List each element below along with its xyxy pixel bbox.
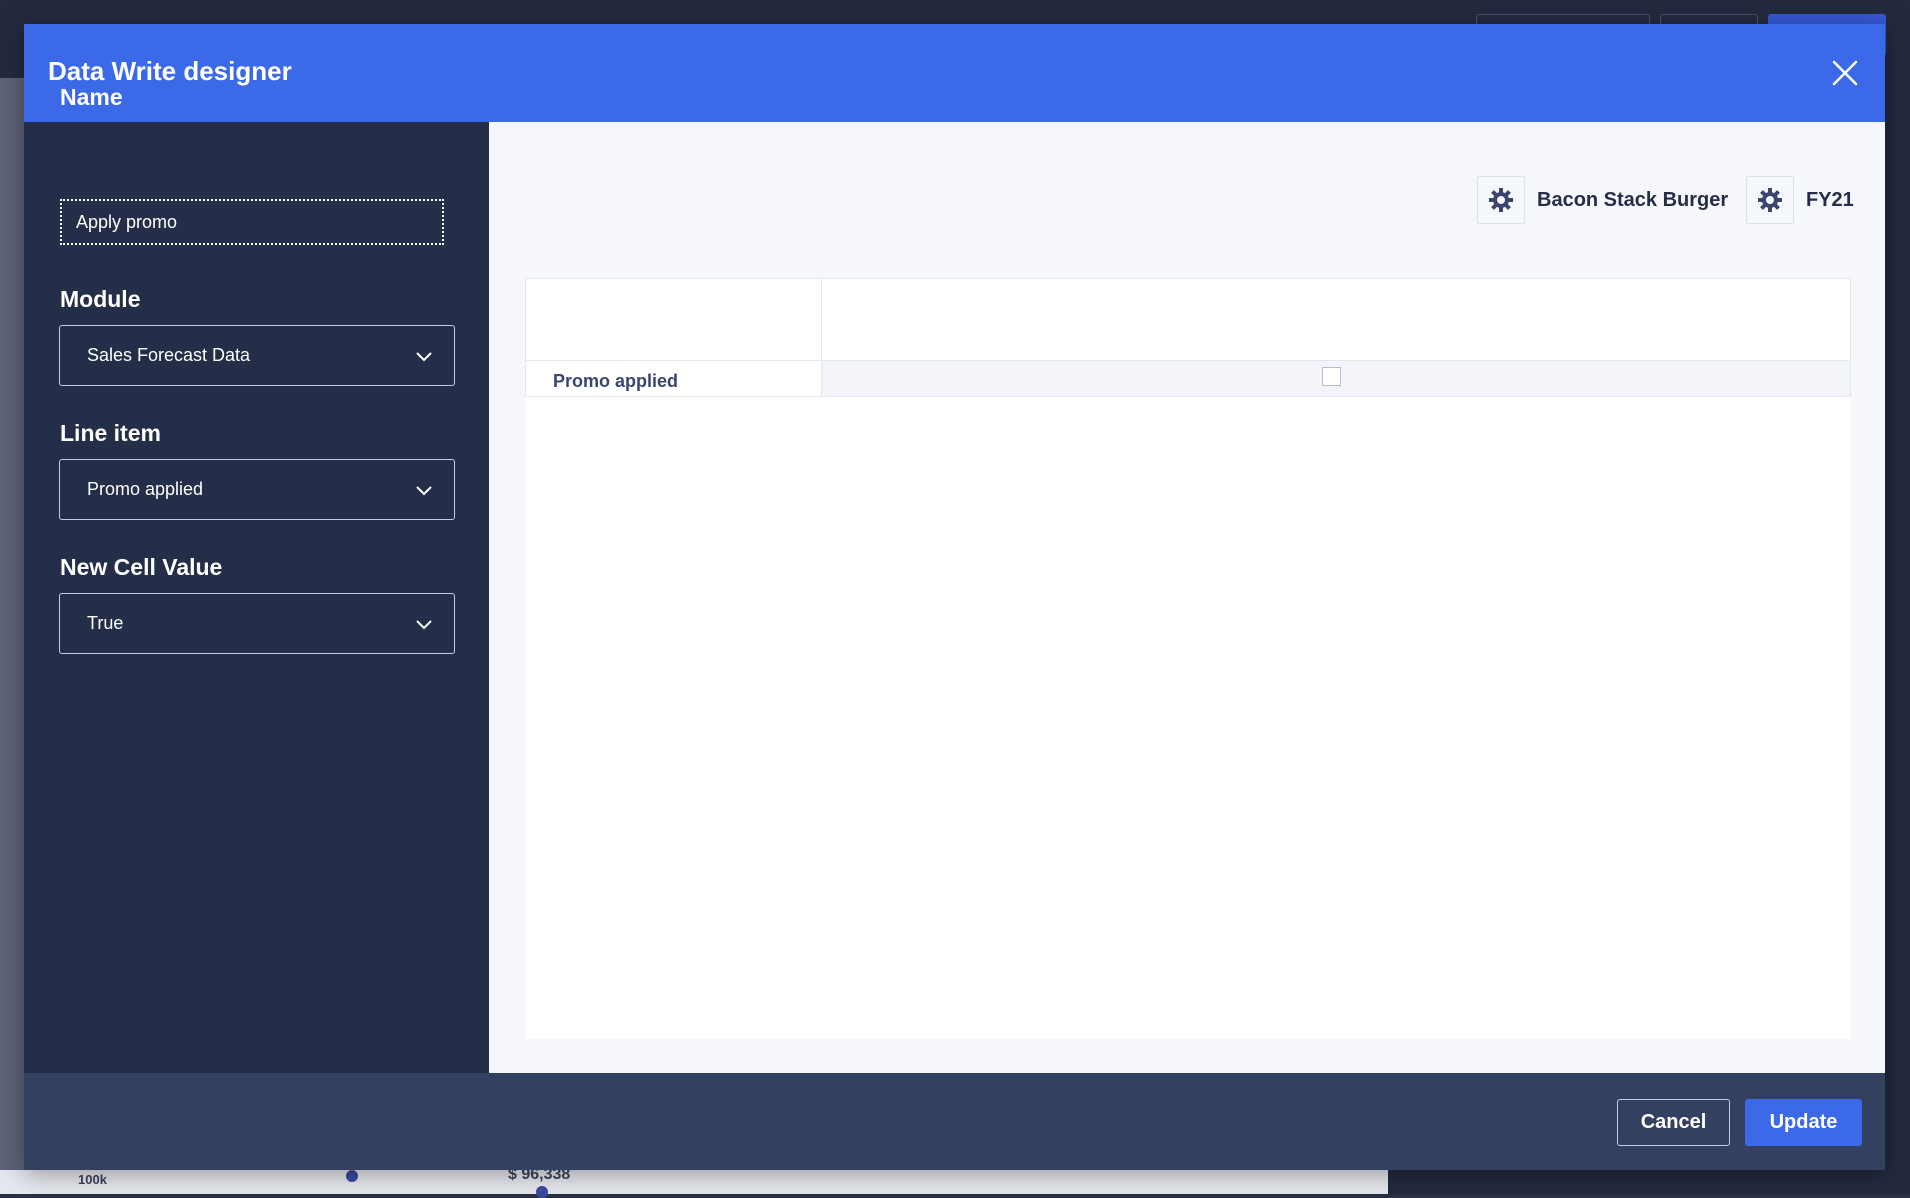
dialog-footer: Cancel Update xyxy=(24,1073,1885,1170)
background-right-edge xyxy=(1884,78,1910,1194)
background-chart-point xyxy=(536,1186,548,1198)
chevron-down-icon xyxy=(416,352,432,362)
chevron-down-icon xyxy=(416,620,432,630)
cancel-button[interactable]: Cancel xyxy=(1617,1099,1730,1146)
grid-cell[interactable] xyxy=(822,361,1851,397)
close-icon xyxy=(1832,60,1858,86)
gear-button[interactable] xyxy=(1477,176,1525,224)
update-button[interactable]: Update xyxy=(1745,1099,1862,1146)
gear-button[interactable] xyxy=(1746,176,1794,224)
grid-corner-header xyxy=(525,278,822,361)
background-axis-tick: 100k xyxy=(78,1172,107,1187)
name-label: Name xyxy=(60,84,123,110)
dialog-title: Data Write designer xyxy=(48,56,292,86)
background-dark-panel xyxy=(1388,1170,1910,1194)
dialog-header: Data Write designer xyxy=(24,24,1885,122)
new-cell-value-select-value: True xyxy=(87,613,124,633)
module-select-value: Sales Forecast Data xyxy=(87,345,251,365)
line-item-select[interactable]: Promo applied xyxy=(59,459,455,520)
background-left-edge xyxy=(0,78,24,1194)
module-select[interactable]: Sales Forecast Data xyxy=(59,325,455,386)
chevron-down-icon xyxy=(416,486,432,496)
background-chart-point xyxy=(346,1170,358,1182)
dimension-label: Bacon Stack Burger xyxy=(1537,188,1729,211)
preview-panel: Bacon Stack Burger FY21 Promo applied xyxy=(489,122,1885,1073)
promo-applied-checkbox[interactable] xyxy=(1322,367,1341,386)
module-label: Module xyxy=(60,286,141,312)
gear-icon xyxy=(1489,188,1513,212)
dimension-label: FY21 xyxy=(1806,188,1854,211)
grid-row-label: Promo applied xyxy=(525,361,822,397)
line-item-label: Line item xyxy=(60,420,161,446)
grid-column-header xyxy=(822,278,1851,361)
dimension-selector-time[interactable]: FY21 xyxy=(1746,176,1854,224)
close-button[interactable] xyxy=(1830,58,1860,88)
new-cell-value-select[interactable]: True xyxy=(59,593,455,654)
data-write-designer-dialog: Data Write designer Name Name Module Sal… xyxy=(24,24,1885,1170)
gear-icon xyxy=(1758,188,1782,212)
preview-grid: Promo applied xyxy=(525,278,1851,1039)
dimension-selector-product[interactable]: Bacon Stack Burger xyxy=(1477,176,1728,224)
name-input[interactable] xyxy=(60,199,444,245)
line-item-select-value: Promo applied xyxy=(87,479,204,499)
new-cell-value-label: New Cell Value xyxy=(60,554,223,580)
